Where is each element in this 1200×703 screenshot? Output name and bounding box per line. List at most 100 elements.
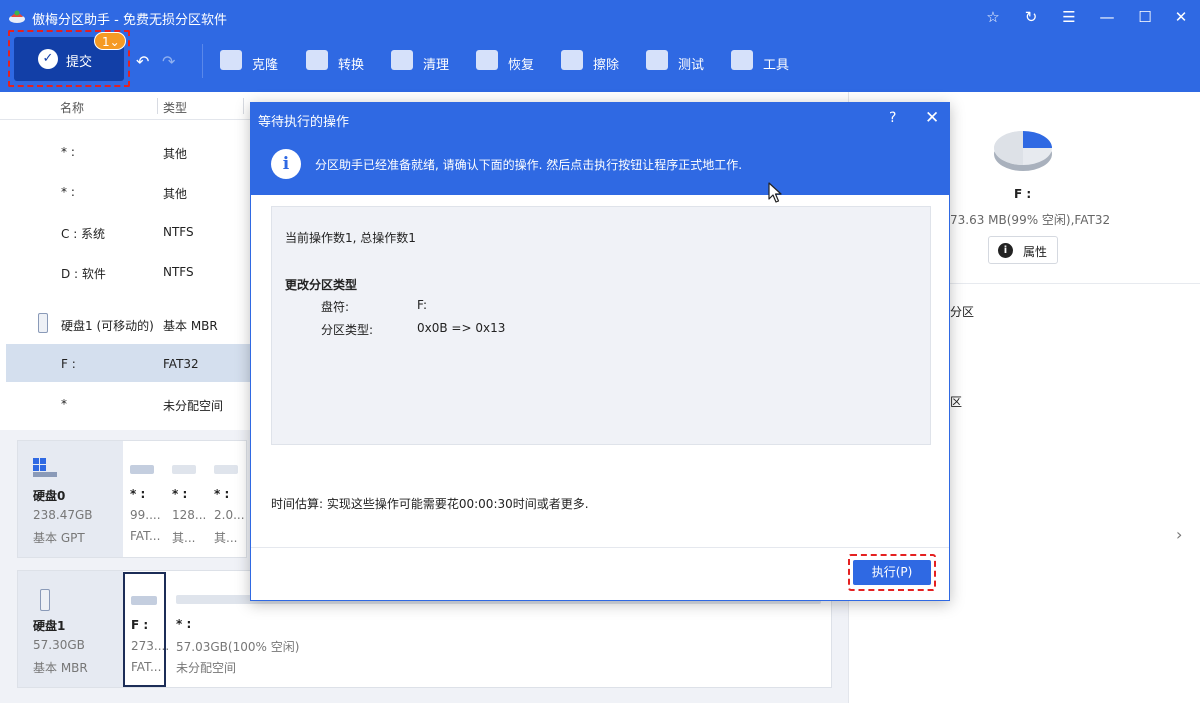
close-icon[interactable]: ✕: [925, 108, 939, 128]
info-icon: i: [271, 149, 301, 179]
tool-label: 测试: [678, 58, 705, 73]
clone-icon: [220, 50, 242, 70]
title-toolbar: 傲梅分区助手 - 免费无损分区软件 ☆ ↻ ☰ — ☐ ✕ ✓ 提交 1⌄ ↶ …: [0, 0, 1200, 92]
usb-drive-icon: [38, 313, 48, 333]
table-row[interactable]: C : 系统 NTFS: [6, 212, 256, 250]
execute-button[interactable]: 执行(P): [853, 560, 931, 585]
properties-button[interactable]: i 属性: [988, 236, 1058, 264]
tool-label: 清理: [423, 58, 450, 73]
column-type[interactable]: 类型: [163, 99, 187, 116]
table-row-selected[interactable]: F : FAT32: [6, 344, 256, 382]
partition-type: 其他: [163, 147, 188, 161]
partition-name: *: [61, 397, 67, 411]
operation-field-value: 0x0B => 0x13: [417, 321, 506, 335]
app-logo-icon: [9, 10, 25, 23]
tools-icon: [731, 50, 753, 70]
disk-segment[interactable]: * : 128... 其...: [166, 441, 206, 557]
segment-fs: 未分配空间: [176, 661, 237, 675]
pending-count-badge[interactable]: 1⌄: [94, 32, 126, 50]
properties-label: 属性: [1023, 245, 1048, 259]
refresh-icon[interactable]: ↻: [1018, 6, 1044, 28]
operation-field-value: F:: [417, 298, 428, 312]
table-row[interactable]: D : 软件 NTFS: [6, 252, 256, 290]
mouse-cursor-icon: [768, 182, 782, 203]
partition-type: 未分配空间: [163, 399, 224, 413]
disk-size: 238.47GB: [33, 508, 93, 522]
segment-size: 99....: [130, 508, 161, 522]
disk1-info: 硬盘1 57.30GB 基本 MBR: [18, 571, 123, 687]
disk-size: 57.30GB: [33, 638, 85, 652]
submit-label: 提交: [66, 55, 93, 70]
disk-style: 基本 GPT: [33, 531, 85, 545]
test-icon: [646, 50, 668, 70]
segment-size: 273....: [131, 639, 170, 653]
tool-label: 克隆: [252, 58, 279, 73]
segment-size: 2.0...: [214, 508, 245, 522]
table-row[interactable]: * : 其他: [6, 132, 256, 170]
operation-field-key: 盘符:: [321, 300, 350, 314]
disk-segment[interactable]: * : 2.0... 其...: [208, 441, 246, 557]
segment-size: 57.03GB(100% 空闲): [176, 640, 300, 654]
partition-name: F :: [61, 357, 76, 371]
partition-name: C : 系统: [61, 227, 106, 241]
close-window-button[interactable]: ✕: [1168, 6, 1194, 28]
pending-operations-dialog: 等待执行的操作 ? ✕ i 分区助手已经准备就绪, 请确认下面的操作. 然后点击…: [250, 102, 950, 601]
partition-action-text[interactable]: 分区: [950, 303, 974, 320]
partition-action-text[interactable]: 区: [950, 393, 962, 410]
selected-drive-detail: 73.63 MB(99% 空闲),FAT32: [950, 213, 1111, 227]
column-divider: [157, 98, 158, 114]
partition-type: FAT32: [163, 357, 199, 371]
segment-size: 128...: [172, 508, 207, 522]
operation-field-key: 分区类型:: [321, 323, 374, 337]
dialog-footer-divider: [251, 547, 949, 548]
tool-label: 恢复: [508, 58, 535, 73]
disk-style: 基本 MBR: [33, 661, 88, 675]
windows-disk-icon: [33, 458, 57, 477]
submit-highlight: ✓ 提交 1⌄: [8, 30, 130, 87]
table-row[interactable]: * : 其他: [6, 172, 256, 210]
segment-label: * :: [130, 487, 146, 501]
minimize-button[interactable]: —: [1094, 6, 1120, 28]
maximize-button[interactable]: ☐: [1132, 6, 1158, 28]
favorite-star-icon[interactable]: ☆: [980, 6, 1006, 28]
column-name[interactable]: 名称: [60, 99, 84, 116]
usage-bar: [172, 465, 196, 474]
usage-bar: [214, 465, 238, 474]
chevron-right-icon[interactable]: ›: [1176, 525, 1182, 544]
wipe-icon: [561, 50, 583, 70]
usage-bar: [131, 596, 157, 605]
table-row[interactable]: * 未分配空间: [6, 384, 256, 422]
disk-row[interactable]: 硬盘1 (可移动的) 基本 MBR: [6, 304, 256, 342]
disk-segment[interactable]: * : 99.... FAT...: [124, 441, 164, 557]
segment-fs: FAT...: [131, 660, 162, 674]
info-icon: i: [998, 243, 1013, 258]
disk-name: 硬盘1: [33, 619, 66, 633]
partition-type: 其他: [163, 187, 188, 201]
usage-bar: [130, 465, 154, 474]
undo-icon[interactable]: ↶: [136, 52, 149, 71]
operation-count: 当前操作数1, 总操作数1: [285, 231, 416, 245]
disk0-info: 硬盘0 238.47GB 基本 GPT: [18, 441, 123, 557]
segment-label: F :: [131, 618, 149, 632]
title-bar: 傲梅分区助手 - 免费无损分区软件 ☆ ↻ ☰ — ☐ ✕: [0, 0, 1200, 34]
selected-segment-F[interactable]: F : 273.... FAT...: [123, 572, 170, 687]
operations-list: 当前操作数1, 总操作数1 更改分区类型 盘符: F: 分区类型: 0x0B =…: [271, 206, 931, 445]
partition-name: D : 软件: [61, 267, 106, 281]
disk0-card[interactable]: 硬盘0 238.47GB 基本 GPT * : 99.... FAT... * …: [17, 440, 247, 558]
usb-drive-icon: [40, 589, 50, 611]
segment-fs: 其...: [214, 531, 238, 545]
dialog-info-text: 分区助手已经准备就绪, 请确认下面的操作. 然后点击执行按钮让程序正式地工作.: [315, 158, 743, 172]
partition-name: * :: [61, 145, 75, 159]
check-icon: ✓: [38, 49, 58, 69]
menu-icon[interactable]: ☰: [1056, 6, 1082, 28]
help-icon[interactable]: ?: [889, 110, 896, 126]
disk-name: 硬盘1 (可移动的): [61, 319, 154, 333]
recover-icon: [476, 50, 498, 70]
segment-label: * :: [214, 487, 230, 501]
clean-icon: [391, 50, 413, 70]
column-divider: [243, 98, 244, 114]
execute-highlight: 执行(P): [848, 554, 936, 591]
redo-icon[interactable]: ↷: [162, 52, 175, 71]
time-estimate: 时间估算: 实现这些操作可能需要花00:00:30时间或者更多.: [271, 497, 589, 511]
partition-type: NTFS: [163, 225, 194, 239]
